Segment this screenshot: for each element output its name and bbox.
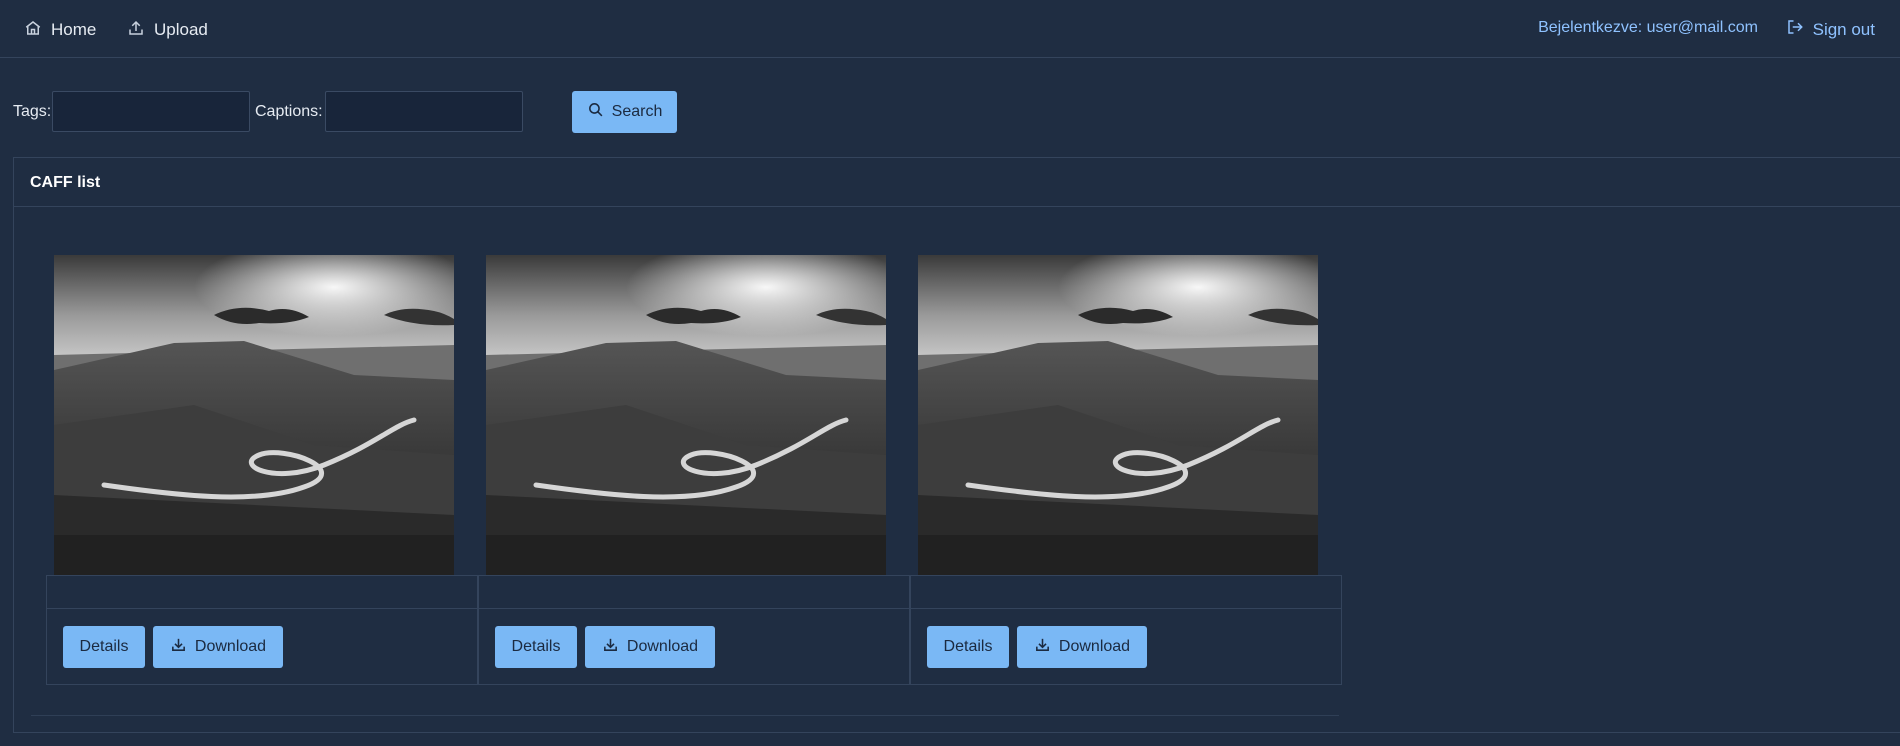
logged-in-user: Bejelentkezve: user@mail.com bbox=[1538, 19, 1758, 36]
caff-card: Details Download bbox=[910, 255, 1342, 685]
nav-upload[interactable]: Upload bbox=[127, 18, 208, 42]
download-button[interactable]: Download bbox=[153, 626, 283, 668]
caff-card: Details Download bbox=[46, 255, 478, 685]
search-button[interactable]: Search bbox=[572, 91, 677, 133]
caff-thumbnail bbox=[486, 255, 886, 575]
tags-label: Tags: bbox=[13, 103, 52, 120]
home-icon bbox=[24, 19, 42, 42]
download-button-label: Download bbox=[1058, 638, 1131, 655]
details-button[interactable]: Details bbox=[927, 626, 1009, 668]
details-button[interactable]: Details bbox=[63, 626, 145, 668]
download-button-label: Download bbox=[194, 638, 267, 655]
nav-upload-label: Upload bbox=[154, 20, 208, 39]
upload-icon bbox=[127, 19, 145, 42]
caff-thumbnail bbox=[918, 255, 1318, 575]
search-button-label: Search bbox=[611, 103, 663, 120]
sign-out-icon bbox=[1786, 18, 1804, 41]
sign-out-label: Sign out bbox=[1812, 19, 1875, 39]
card-divider bbox=[479, 608, 909, 609]
search-icon bbox=[587, 101, 604, 123]
tags-input[interactable] bbox=[52, 91, 250, 132]
captions-label: Captions: bbox=[255, 103, 323, 120]
panel-title: CAFF list bbox=[14, 158, 1900, 207]
details-button-label: Details bbox=[511, 638, 561, 655]
captions-input[interactable] bbox=[325, 91, 523, 132]
card-body: Details Download bbox=[478, 575, 910, 685]
top-navbar: Home Upload Bejelentkezve: user@mail.com… bbox=[0, 0, 1900, 58]
details-button-label: Details bbox=[79, 638, 129, 655]
panel-divider bbox=[31, 715, 1339, 716]
download-button[interactable]: Download bbox=[1017, 626, 1147, 668]
details-button-label: Details bbox=[943, 638, 993, 655]
card-body: Details Download bbox=[910, 575, 1342, 685]
nav-home-label: Home bbox=[51, 20, 97, 39]
caff-card: Details Download bbox=[478, 255, 910, 685]
card-body: Details Download bbox=[46, 575, 478, 685]
download-button[interactable]: Download bbox=[585, 626, 715, 668]
download-icon bbox=[170, 636, 187, 658]
download-icon bbox=[1034, 636, 1051, 658]
caff-thumbnail bbox=[54, 255, 454, 575]
sign-out-link[interactable]: Sign out bbox=[1786, 18, 1875, 41]
download-button-label: Download bbox=[626, 638, 699, 655]
nav-home[interactable]: Home bbox=[24, 18, 96, 42]
download-icon bbox=[602, 636, 619, 658]
card-divider bbox=[47, 608, 477, 609]
card-divider bbox=[911, 608, 1341, 609]
details-button[interactable]: Details bbox=[495, 626, 577, 668]
